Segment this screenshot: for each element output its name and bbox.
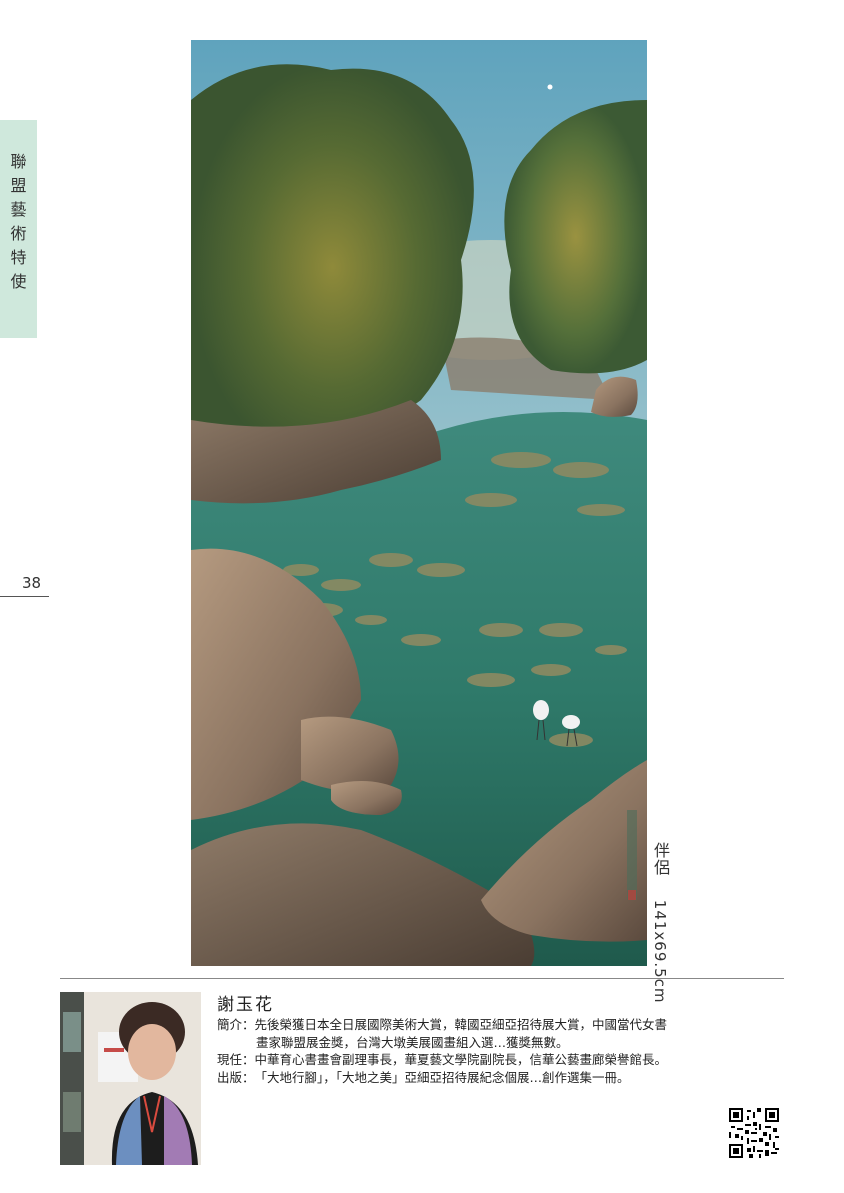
section-divider: [60, 978, 784, 979]
artwork-title: 伴侶: [651, 842, 670, 876]
seal-stamp: [628, 890, 636, 900]
artist-bio: 簡介： 先後榮獲日本全日展國際美術大賞，韓國亞細亞招待展大賞，中國當代女書 畫家…: [217, 1016, 737, 1086]
bio-text: 先後榮獲日本全日展國際美術大賞，韓國亞細亞招待展大賞，中國當代女書: [254, 1017, 668, 1032]
painting: [191, 40, 647, 966]
signature-marks: [627, 810, 637, 900]
bio-label: 現任：: [217, 1052, 255, 1067]
page-number-rule: [0, 596, 49, 597]
page-number: 38: [22, 574, 42, 592]
bio-label: 出版：: [217, 1069, 255, 1085]
qr-code-icon[interactable]: [729, 1108, 779, 1158]
section-tab-char: 藝: [10, 200, 27, 219]
section-tab-char: 聯: [10, 152, 27, 171]
bio-text: 中華育心書畫會副理事長，華夏藝文學院副院長，信華公藝畫廊榮譽館長。: [254, 1052, 668, 1067]
artist-name: 謝玉花: [217, 995, 274, 1015]
bio-row-publication: 出版： 「大地行腳」，「大地之美」亞細亞招待展紀念個展…創作選集一冊。: [217, 1069, 737, 1087]
bio-row-intro: 簡介： 先後榮獲日本全日展國際美術大賞，韓國亞細亞招待展大賞，中國當代女書: [217, 1016, 737, 1034]
section-tab-char: 使: [10, 272, 27, 291]
section-tab-label: 聯 盟 藝 術 特 使: [0, 150, 37, 294]
artwork-size: 141x69.5cm: [651, 899, 669, 1004]
artist-photo: [60, 992, 201, 1165]
bio-text: 「大地行腳」，「大地之美」亞細亞招待展紀念個展…創作選集一冊。: [254, 1069, 630, 1085]
section-tab-char: 特: [10, 248, 27, 267]
artwork-caption: 伴侶 141x69.5cm: [650, 842, 672, 1004]
section-tab-char: 術: [10, 224, 27, 243]
moon: [547, 84, 553, 90]
bio-row-current: 現任： 中華育心書畫會副理事長，華夏藝文學院副院長，信華公藝畫廊榮譽館長。: [217, 1051, 737, 1069]
bio-text-continued: 畫家聯盟展金獎，台灣大墩美展國畫組入選…獲獎無數。: [256, 1034, 569, 1050]
bio-label: 簡介：: [217, 1017, 255, 1032]
section-tab-char: 盟: [10, 176, 27, 195]
